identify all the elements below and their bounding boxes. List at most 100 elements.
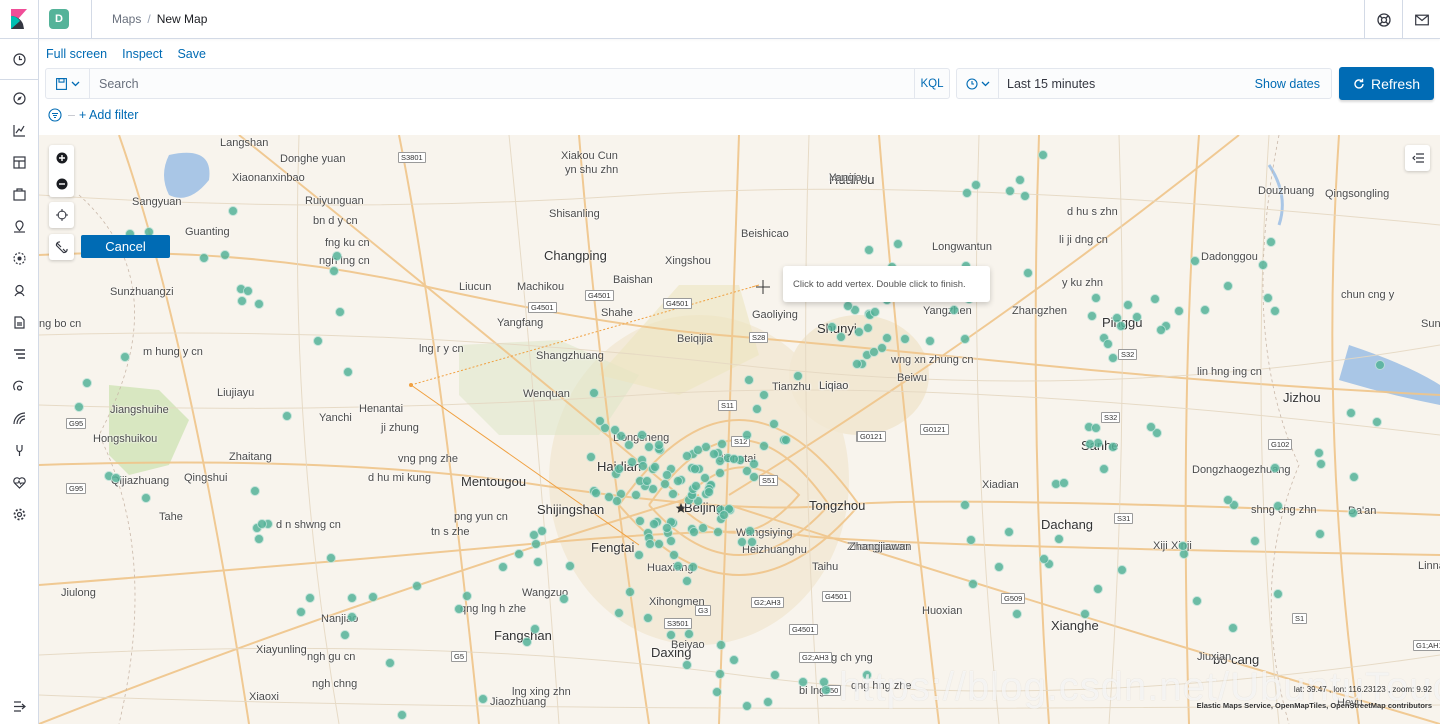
map-data-point[interactable] — [237, 295, 248, 306]
map-data-point[interactable] — [644, 539, 655, 550]
dashboard-icon[interactable] — [11, 154, 27, 170]
map-data-point[interactable] — [970, 179, 981, 190]
map-data-point[interactable] — [397, 709, 407, 720]
map-data-point[interactable] — [368, 591, 379, 602]
map-data-point[interactable] — [751, 404, 762, 415]
map-data-point[interactable] — [1090, 422, 1101, 433]
map-data-point[interactable] — [780, 434, 791, 445]
map-data-point[interactable] — [1258, 259, 1269, 270]
map-data-point[interactable] — [820, 684, 831, 695]
map-data-point[interactable] — [1122, 300, 1133, 311]
map-data-point[interactable] — [384, 657, 395, 668]
map-data-point[interactable] — [741, 430, 752, 441]
add-filter-button[interactable]: + Add filter — [79, 108, 138, 122]
map-data-point[interactable] — [763, 696, 773, 707]
map-data-point[interactable] — [797, 676, 808, 687]
map-data-point[interactable] — [737, 536, 747, 547]
map-data-point[interactable] — [715, 640, 726, 651]
siem-icon[interactable] — [11, 410, 27, 426]
show-dates-button[interactable]: Show dates — [1255, 77, 1331, 91]
canvas-icon[interactable] — [11, 186, 27, 202]
map-data-point[interactable] — [1116, 320, 1127, 331]
map-data-point[interactable] — [1131, 311, 1142, 322]
map-data-point[interactable] — [661, 469, 672, 480]
map-data-point[interactable] — [1345, 408, 1356, 419]
map-data-point[interactable] — [1315, 528, 1326, 539]
map-data-point[interactable] — [326, 552, 337, 563]
map-data-point[interactable] — [1174, 305, 1185, 316]
saved-query-button[interactable] — [46, 69, 90, 98]
ml-icon[interactable] — [11, 250, 27, 266]
map-data-point[interactable] — [892, 239, 903, 250]
map-data-point[interactable] — [870, 306, 881, 317]
map-data-point[interactable] — [770, 669, 781, 680]
map-data-point[interactable] — [966, 534, 977, 545]
map-data-point[interactable] — [461, 590, 472, 601]
map-data-point[interactable] — [836, 331, 846, 342]
save-link[interactable]: Save — [177, 47, 206, 61]
map-data-point[interactable] — [635, 515, 645, 526]
map-attribution[interactable]: Elastic Maps Service, OpenMapTiles, Open… — [1197, 700, 1432, 712]
map-data-point[interactable] — [623, 439, 634, 450]
map-data-point[interactable] — [1155, 325, 1166, 336]
refresh-button[interactable]: Refresh — [1339, 67, 1434, 100]
map-data-point[interactable] — [339, 629, 350, 640]
map-data-point[interactable] — [1004, 526, 1015, 537]
map-data-point[interactable] — [854, 326, 865, 337]
help-icon[interactable] — [1364, 0, 1402, 39]
map-data-point[interactable] — [667, 488, 678, 499]
map-data-point[interactable] — [746, 536, 757, 547]
map-data-point[interactable] — [198, 253, 209, 264]
map-data-point[interactable] — [708, 448, 719, 459]
map-data-point[interactable] — [1019, 190, 1030, 201]
map-data-point[interactable] — [1192, 595, 1203, 606]
filter-options-icon[interactable] — [48, 108, 62, 122]
apm-icon[interactable] — [11, 346, 27, 362]
map-data-point[interactable] — [948, 304, 959, 315]
map-data-point[interactable] — [627, 456, 638, 467]
map-data-point[interactable] — [1269, 305, 1280, 316]
map-data-point[interactable] — [1098, 464, 1109, 475]
map-data-point[interactable] — [253, 298, 264, 309]
map-data-point[interactable] — [899, 333, 910, 344]
maps-icon[interactable] — [11, 218, 27, 234]
map-data-point[interactable] — [959, 499, 970, 510]
map-data-point[interactable] — [643, 612, 654, 623]
map-data-point[interactable] — [110, 473, 121, 484]
map-data-point[interactable] — [1222, 494, 1233, 505]
inspect-link[interactable]: Inspect — [122, 47, 162, 61]
map-data-point[interactable] — [967, 579, 978, 590]
map-data-point[interactable] — [281, 410, 292, 421]
management-icon[interactable] — [11, 506, 27, 522]
breadcrumb-maps[interactable]: Maps — [112, 12, 141, 26]
map-data-point[interactable] — [531, 538, 542, 549]
map-data-point[interactable] — [521, 637, 532, 648]
map-data-point[interactable] — [334, 306, 345, 317]
search-input[interactable] — [90, 69, 914, 98]
map-data-point[interactable] — [654, 538, 665, 549]
map-data-point[interactable] — [611, 496, 622, 507]
map-data-point[interactable] — [718, 509, 729, 520]
map-data-point[interactable] — [559, 593, 570, 604]
space-avatar[interactable]: D — [49, 9, 69, 29]
map-data-point[interactable] — [346, 592, 357, 603]
layer-control-button[interactable] — [1405, 145, 1430, 171]
map-data-point[interactable] — [256, 519, 267, 530]
discover-icon[interactable] — [11, 90, 27, 106]
kibana-logo-icon[interactable] — [0, 0, 39, 39]
map-data-point[interactable] — [758, 389, 769, 400]
fit-to-bounds-button[interactable] — [49, 202, 74, 228]
cancel-draw-button[interactable]: Cancel — [81, 235, 170, 258]
map-data-point[interactable] — [1262, 292, 1273, 303]
draw-tools-button[interactable] — [49, 234, 74, 260]
time-range-label[interactable]: Last 15 minutes — [999, 77, 1255, 91]
map-data-point[interactable] — [219, 249, 230, 260]
map-data-point[interactable] — [585, 452, 596, 463]
devtools-icon[interactable] — [11, 442, 27, 458]
map-data-point[interactable] — [1200, 304, 1210, 315]
map-data-point[interactable] — [1086, 311, 1097, 322]
map-data-point[interactable] — [924, 335, 935, 346]
map-data-point[interactable] — [643, 442, 654, 453]
collapse-nav-icon[interactable] — [11, 698, 27, 714]
map-data-point[interactable] — [672, 475, 683, 486]
